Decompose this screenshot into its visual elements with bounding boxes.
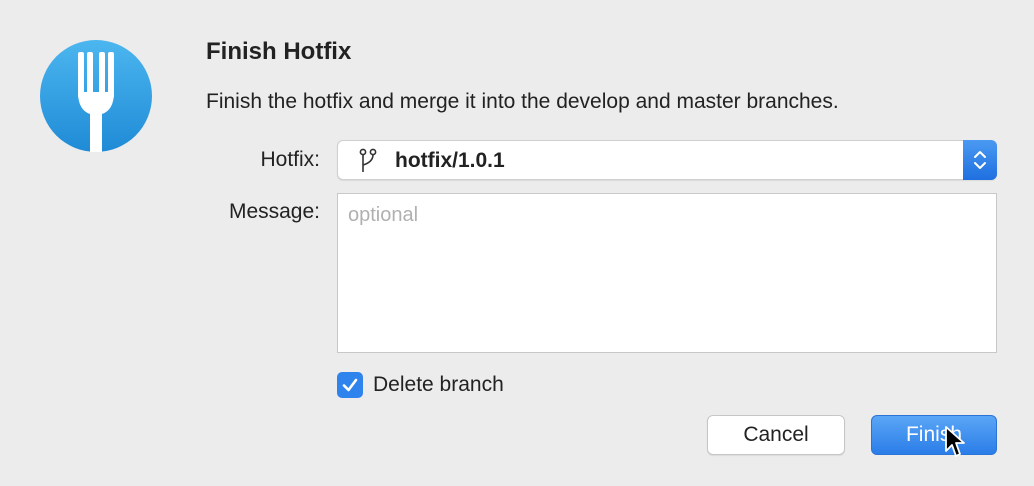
delete-branch-checkbox[interactable] — [337, 372, 363, 398]
dialog-description: Finish the hotfix and merge it into the … — [206, 90, 839, 113]
finish-button[interactable]: Finish — [871, 415, 997, 455]
git-branch-icon — [359, 148, 377, 172]
dialog-title: Finish Hotfix — [206, 38, 352, 65]
fork-app-icon — [40, 40, 152, 152]
message-input[interactable] — [337, 193, 997, 353]
message-label: Message: — [228, 200, 320, 223]
hotfix-select[interactable]: hotfix/1.0.1 — [337, 140, 997, 180]
hotfix-label: Hotfix: — [260, 148, 320, 171]
select-stepper[interactable] — [963, 140, 997, 180]
delete-branch-label[interactable]: Delete branch — [373, 373, 504, 397]
hotfix-select-value: hotfix/1.0.1 — [395, 149, 505, 172]
finish-hotfix-dialog: Finish Hotfix Finish the hotfix and merg… — [0, 0, 1034, 486]
chevron-up-down-icon — [974, 151, 986, 169]
cancel-button[interactable]: Cancel — [707, 415, 845, 455]
checkmark-icon — [342, 378, 358, 392]
